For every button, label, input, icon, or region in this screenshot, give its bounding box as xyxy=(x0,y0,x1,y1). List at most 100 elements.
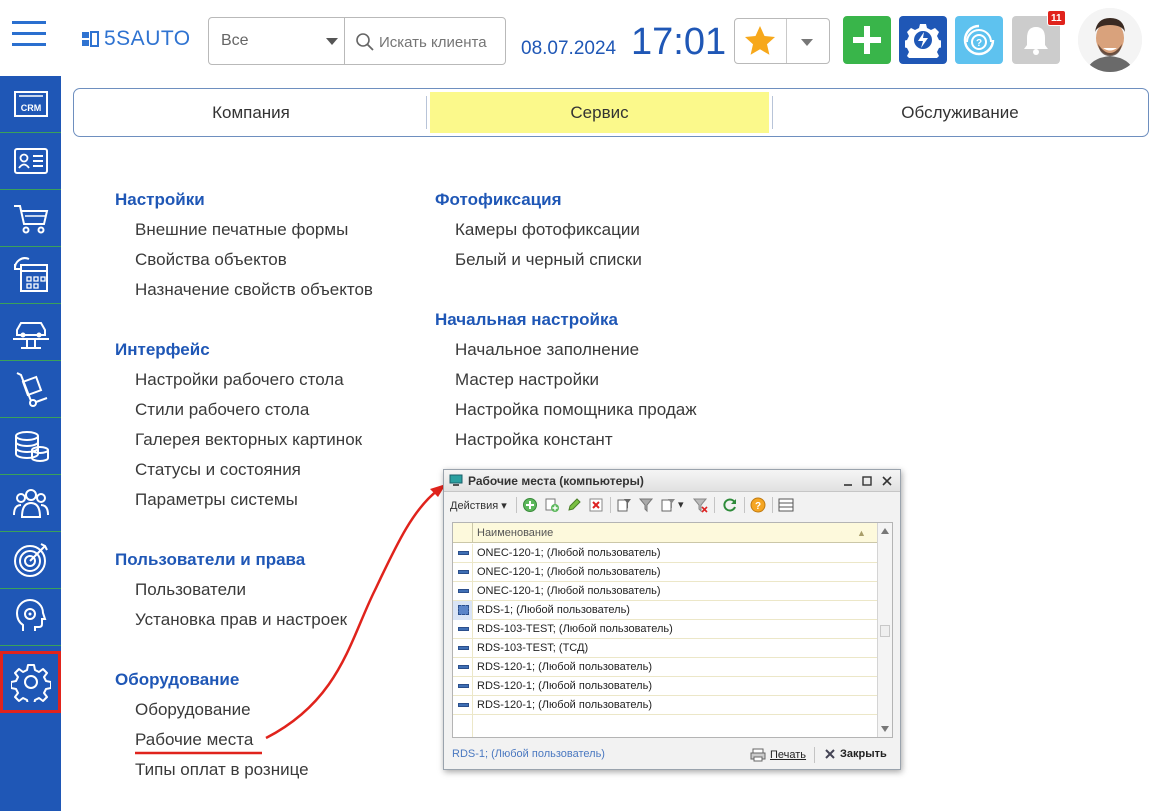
staff-icon xyxy=(12,489,49,518)
main-menu-button[interactable] xyxy=(12,21,46,47)
filter-settings-icon[interactable] xyxy=(616,497,632,513)
refresh-icon[interactable] xyxy=(722,497,738,513)
table-row-selected[interactable]: RDS-1; (Любой пользователь) xyxy=(453,601,877,620)
table-row[interactable]: RDS-120-1; (Любой пользователь) xyxy=(453,658,877,677)
copy-icon[interactable] xyxy=(544,497,560,513)
column-header-name[interactable]: Наименование xyxy=(477,527,553,539)
menu-item[interactable]: Камеры фотофиксации xyxy=(455,220,640,240)
sidebar-item-support[interactable] xyxy=(0,589,61,646)
help-icon[interactable]: ? xyxy=(750,497,766,513)
sidebar-item-warehouse[interactable] xyxy=(0,361,61,418)
menu-item[interactable]: Настройка помощника продаж xyxy=(455,400,697,420)
filter-icon[interactable] xyxy=(638,497,654,513)
tab-service[interactable]: Сервис xyxy=(430,92,769,133)
minimize-icon[interactable] xyxy=(840,473,856,489)
sidebar-item-crm[interactable]: CRM xyxy=(0,76,61,133)
sidebar-item-contacts[interactable] xyxy=(0,133,61,190)
star-icon[interactable] xyxy=(743,24,777,58)
group-title-equipment: Оборудование xyxy=(115,670,240,689)
notifications-count-badge: 11 xyxy=(1047,10,1066,26)
help-icon: ? xyxy=(963,24,995,56)
menu-item[interactable]: Мастер настройки xyxy=(455,370,599,390)
favorites-menu[interactable] xyxy=(734,18,830,64)
menu-item[interactable]: Стили рабочего стола xyxy=(135,400,309,420)
svg-text:CRM: CRM xyxy=(20,103,41,113)
add-button[interactable] xyxy=(843,16,891,64)
tab-company[interactable]: Компания xyxy=(77,92,425,133)
group-title-settings: Настройки xyxy=(115,190,205,209)
logo-text: 5SAUTO xyxy=(104,27,191,50)
sidebar-item-sales[interactable] xyxy=(0,190,61,247)
scroll-up-icon[interactable] xyxy=(881,528,889,534)
table-scrollbar[interactable] xyxy=(877,523,892,737)
sidebar-item-service[interactable] xyxy=(0,304,61,361)
columns-icon[interactable] xyxy=(778,497,794,513)
search-icon xyxy=(356,33,374,51)
window-footer: RDS-1; (Любой пользователь) Печать Закры… xyxy=(444,741,900,769)
scroll-thumb[interactable] xyxy=(880,625,890,637)
table-header: Наименование ▲ xyxy=(453,523,877,543)
menu-item[interactable]: Белый и черный списки xyxy=(455,250,642,270)
sidebar-item-marketing[interactable] xyxy=(0,532,61,589)
table-row-empty xyxy=(453,715,877,737)
sort-icon[interactable]: ▲ xyxy=(857,528,866,538)
menu-item-workplaces[interactable]: Рабочие места xyxy=(135,730,253,750)
filter-dropdown-icon[interactable]: ▾ xyxy=(678,498,684,511)
sidebar-item-finance[interactable] xyxy=(0,418,61,475)
sidebar-item-settings[interactable] xyxy=(0,651,61,713)
table-row[interactable]: RDS-103-TEST; (Любой пользователь) xyxy=(453,620,877,639)
window-titlebar[interactable]: Рабочие места (компьютеры) xyxy=(444,470,900,492)
add-icon[interactable] xyxy=(522,497,538,513)
user-avatar[interactable] xyxy=(1078,8,1142,72)
contacts-icon xyxy=(13,148,48,174)
menu-item[interactable]: Оборудование xyxy=(135,700,251,720)
clear-filter-icon[interactable] xyxy=(692,497,708,513)
actions-menu[interactable]: Действия ▾ xyxy=(450,499,507,512)
table-row[interactable]: ONEC-120-1; (Любой пользователь) xyxy=(453,544,877,563)
filter-select[interactable]: Все xyxy=(208,17,345,65)
chevron-down-icon[interactable] xyxy=(326,38,338,45)
tab-maintenance[interactable]: Обслуживание xyxy=(774,92,1146,133)
menu-item[interactable]: Внешние печатные формы xyxy=(135,220,348,240)
table-row[interactable]: RDS-103-TEST; (ТСД) xyxy=(453,639,877,658)
calendar-icon xyxy=(13,257,48,292)
menu-item[interactable]: Статусы и состояния xyxy=(135,460,301,480)
filter-list-icon[interactable] xyxy=(660,497,676,513)
menu-item[interactable]: Галерея векторных картинок xyxy=(135,430,362,450)
print-button[interactable]: Печать xyxy=(750,748,806,762)
menu-item[interactable]: Настройка констант xyxy=(455,430,613,450)
table-row[interactable]: ONEC-120-1; (Любой пользователь) xyxy=(453,582,877,601)
chevron-down-icon[interactable] xyxy=(801,39,813,46)
menu-item[interactable]: Параметры системы xyxy=(135,490,298,510)
menu-item[interactable]: Начальное заполнение xyxy=(455,340,639,360)
menu-item[interactable]: Настройки рабочего стола xyxy=(135,370,344,390)
menu-item[interactable]: Свойства объектов xyxy=(135,250,287,270)
section-tabs: Компания Сервис Обслуживание xyxy=(73,88,1149,137)
app-logo: 5SAUTO xyxy=(82,27,191,51)
menu-item[interactable]: Установка прав и настроек xyxy=(135,610,347,630)
table-row[interactable]: RDS-120-1; (Любой пользователь) xyxy=(453,696,877,715)
menu-item[interactable]: Пользователи xyxy=(135,580,246,600)
svg-text:?: ? xyxy=(976,38,982,49)
menu-item[interactable]: Типы оплат в рознице xyxy=(135,760,309,780)
delete-icon[interactable] xyxy=(588,497,604,513)
sidebar-item-staff[interactable] xyxy=(0,475,61,532)
cargo-icon xyxy=(16,372,47,407)
quick-settings-button[interactable] xyxy=(899,16,947,64)
search-input[interactable] xyxy=(379,30,499,54)
sidebar-item-calendar[interactable] xyxy=(0,247,61,304)
table-row[interactable]: ONEC-120-1; (Любой пользователь) xyxy=(453,563,877,582)
table-row[interactable]: RDS-120-1; (Любой пользователь) xyxy=(453,677,877,696)
maximize-icon[interactable] xyxy=(859,473,875,489)
group-title-users: Пользователи и права xyxy=(115,550,306,569)
help-button[interactable]: ? xyxy=(955,16,1003,64)
plus-icon xyxy=(853,26,881,54)
scroll-down-icon[interactable] xyxy=(881,726,889,732)
svg-text:?: ? xyxy=(755,501,761,512)
edit-icon[interactable] xyxy=(566,497,582,513)
close-button[interactable]: Закрыть xyxy=(824,748,887,760)
menu-item[interactable]: Назначение свойств объектов xyxy=(135,280,373,300)
close-icon[interactable] xyxy=(879,473,895,489)
cart-icon xyxy=(13,205,48,234)
client-search[interactable] xyxy=(344,17,506,65)
